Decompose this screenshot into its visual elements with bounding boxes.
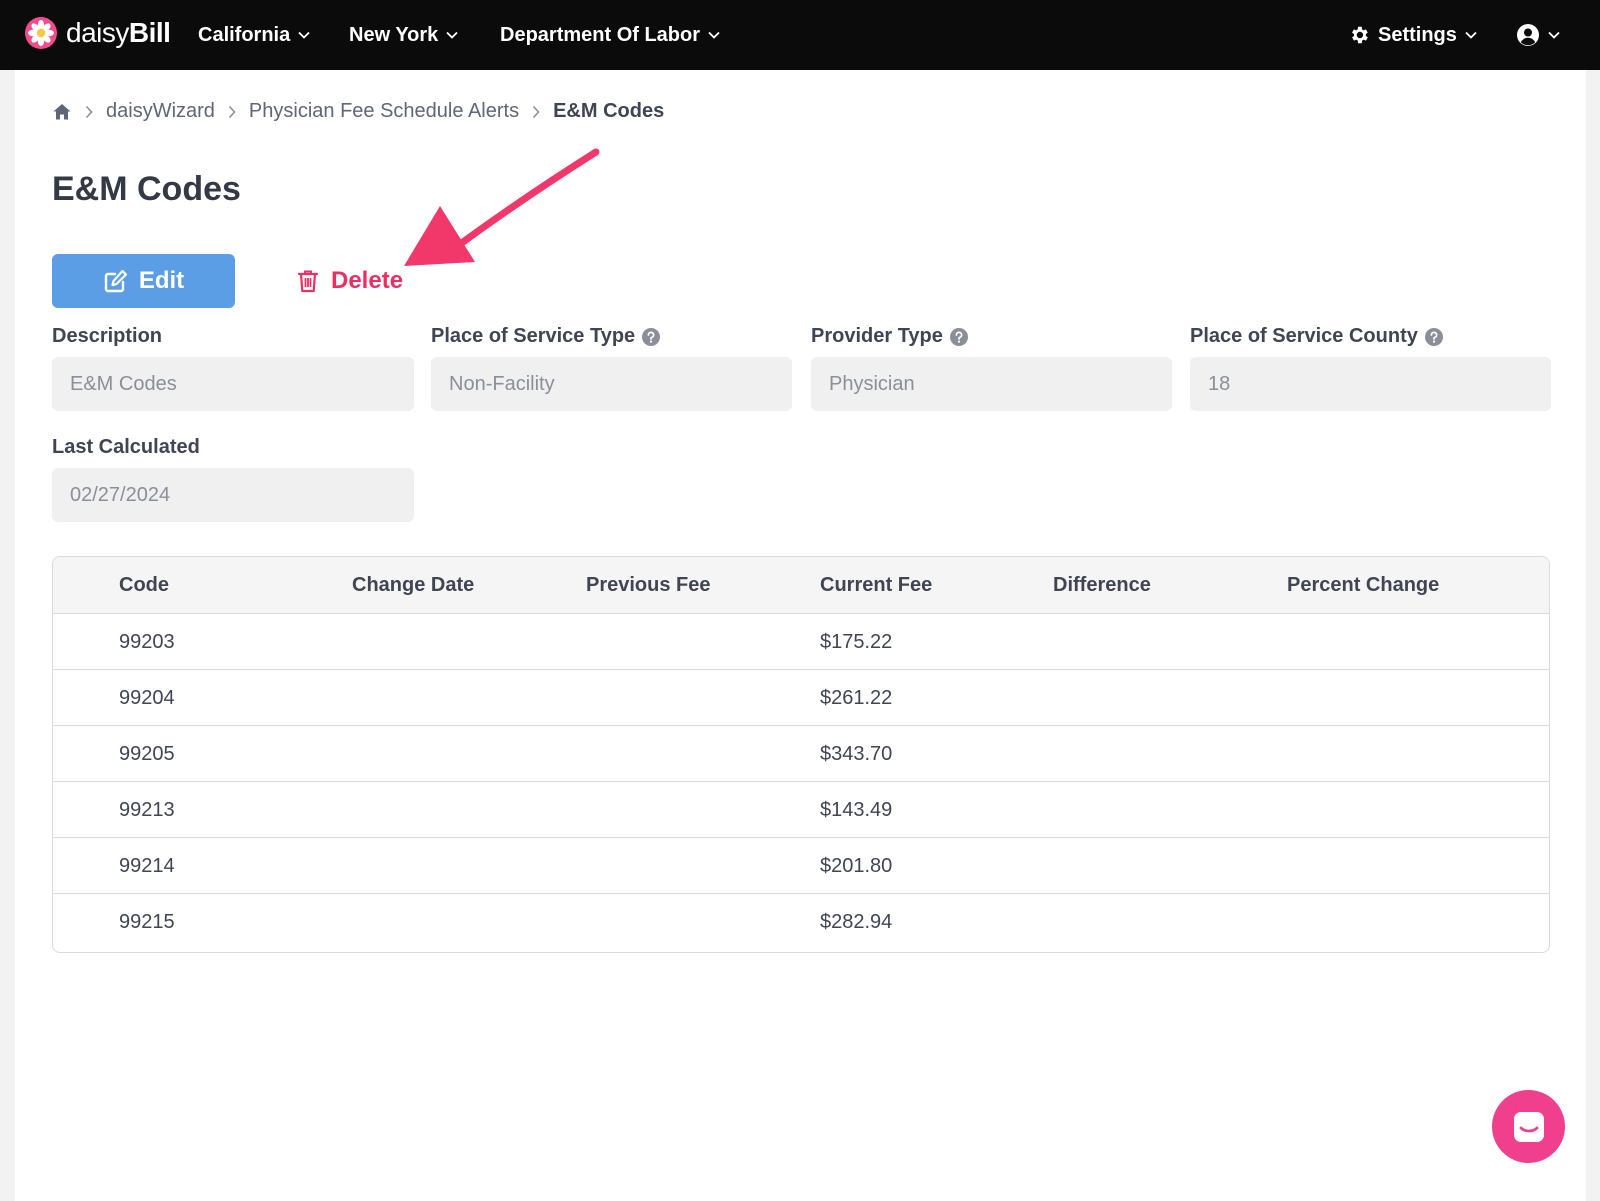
chat-icon bbox=[1513, 1111, 1544, 1142]
daisy-logo-icon bbox=[25, 17, 57, 49]
chevron-down-icon bbox=[446, 31, 458, 39]
nav-menu-label: Department Of Labor bbox=[500, 23, 701, 46]
nav-menu-california[interactable]: California bbox=[198, 0, 310, 70]
column-header-code[interactable]: Code bbox=[119, 557, 169, 614]
last-calculated-field[interactable] bbox=[52, 468, 414, 522]
edit-button[interactable]: Edit bbox=[52, 254, 235, 308]
provider-type-field[interactable] bbox=[811, 357, 1172, 411]
breadcrumb-current: E&M Codes bbox=[553, 100, 665, 122]
nav-menu-account[interactable] bbox=[1516, 0, 1560, 70]
last-calculated-label: Last Calculated bbox=[52, 436, 200, 459]
place-of-service-county-field[interactable] bbox=[1190, 357, 1551, 411]
nav-menu-label: California bbox=[198, 23, 291, 46]
trash-icon bbox=[297, 270, 319, 293]
question-circle-icon[interactable] bbox=[642, 327, 661, 346]
page-title: E&M Codes bbox=[52, 170, 241, 208]
nav-menu-new-york[interactable]: New York bbox=[349, 0, 458, 70]
provider-type-label: Provider Type bbox=[811, 325, 968, 348]
fee-table: Code Change Date Previous Fee Current Fe… bbox=[52, 556, 1550, 953]
chevron-down-icon bbox=[298, 31, 310, 39]
place-of-service-type-label-text: Place of Service Type bbox=[431, 325, 636, 347]
table-header-row: Code Change Date Previous Fee Current Fe… bbox=[53, 557, 1549, 614]
chevron-down-icon bbox=[708, 31, 720, 39]
cell-current-fee: $201.80 bbox=[820, 855, 893, 877]
edit-button-label: Edit bbox=[138, 267, 185, 294]
column-header-percent-change[interactable]: Percent Change bbox=[1287, 557, 1439, 614]
table-row[interactable]: 99204 $261.22 bbox=[53, 670, 1549, 726]
chevron-down-icon bbox=[1465, 31, 1477, 39]
brand-name: daisyBill bbox=[66, 17, 171, 48]
cell-code: 99205 bbox=[119, 743, 175, 765]
gear-icon bbox=[1352, 26, 1368, 44]
table-row[interactable]: 99205 $343.70 bbox=[53, 726, 1549, 782]
place-of-service-county-label: Place of Service County bbox=[1190, 325, 1443, 348]
question-circle-icon[interactable] bbox=[1424, 327, 1443, 346]
nav-menu-department-of-labor[interactable]: Department Of Labor bbox=[500, 0, 720, 70]
description-label: Description bbox=[52, 325, 162, 348]
column-header-previous-fee[interactable]: Previous Fee bbox=[586, 557, 711, 614]
breadcrumb-link-fee-schedule-alerts[interactable]: Physician Fee Schedule Alerts bbox=[249, 100, 519, 123]
brand-logo[interactable]: daisyBill bbox=[24, 16, 171, 50]
delete-button-label: Delete bbox=[331, 267, 404, 294]
place-of-service-type-label: Place of Service Type bbox=[431, 325, 661, 348]
cell-code: 99203 bbox=[119, 631, 175, 653]
table-row[interactable]: 99214 $201.80 bbox=[53, 838, 1549, 894]
nav-settings-label: Settings bbox=[1378, 23, 1457, 46]
place-of-service-type-field[interactable] bbox=[431, 357, 792, 411]
chevron-right-icon bbox=[228, 105, 236, 118]
provider-type-label-text: Provider Type bbox=[811, 325, 943, 347]
nav-menu-label: New York bbox=[349, 23, 439, 46]
cell-current-fee: $261.22 bbox=[820, 687, 893, 709]
cell-code: 99214 bbox=[119, 855, 175, 877]
home-icon[interactable] bbox=[52, 102, 72, 122]
content-panel: daisyWizard Physician Fee Schedule Alert… bbox=[15, 70, 1586, 1201]
cell-current-fee: $143.49 bbox=[820, 799, 893, 821]
table-row[interactable]: 99213 $143.49 bbox=[53, 782, 1549, 838]
chevron-down-icon bbox=[1548, 31, 1560, 39]
column-header-difference[interactable]: Difference bbox=[1053, 557, 1151, 614]
last-calculated-label-text: Last Calculated bbox=[52, 436, 200, 458]
nav-menu-settings[interactable]: Settings bbox=[1348, 0, 1477, 70]
table-body: 99203 $175.22 99204 $261.22 99205 $343.70 9921… bbox=[53, 614, 1549, 950]
column-header-change-date[interactable]: Change Date bbox=[352, 557, 474, 614]
place-of-service-county-label-text: Place of Service County bbox=[1190, 325, 1418, 347]
table-row[interactable]: 99215 $282.94 bbox=[53, 894, 1549, 950]
chevron-right-icon bbox=[85, 105, 93, 118]
breadcrumb-link-daisywizard[interactable]: daisyWizard bbox=[106, 100, 215, 123]
description-field[interactable] bbox=[52, 357, 414, 411]
question-circle-icon[interactable] bbox=[949, 327, 968, 346]
breadcrumb: daisyWizard Physician Fee Schedule Alert… bbox=[52, 100, 664, 123]
user-circle-icon bbox=[1517, 24, 1539, 46]
description-label-text: Description bbox=[52, 325, 163, 347]
delete-button[interactable]: Delete bbox=[297, 260, 403, 302]
top-navbar: daisyBill California New York Department… bbox=[0, 0, 1600, 70]
chevron-right-icon bbox=[532, 105, 540, 118]
table-row[interactable]: 99203 $175.22 bbox=[53, 614, 1549, 670]
chat-launcher-button[interactable] bbox=[1492, 1090, 1565, 1163]
cell-current-fee: $282.94 bbox=[820, 911, 893, 933]
cell-code: 99213 bbox=[119, 799, 175, 821]
cell-code: 99215 bbox=[119, 911, 175, 933]
cell-current-fee: $343.70 bbox=[820, 743, 893, 765]
cell-code: 99204 bbox=[119, 687, 175, 709]
edit-icon bbox=[104, 269, 127, 293]
column-header-current-fee[interactable]: Current Fee bbox=[820, 557, 932, 614]
cell-current-fee: $175.22 bbox=[820, 631, 893, 653]
